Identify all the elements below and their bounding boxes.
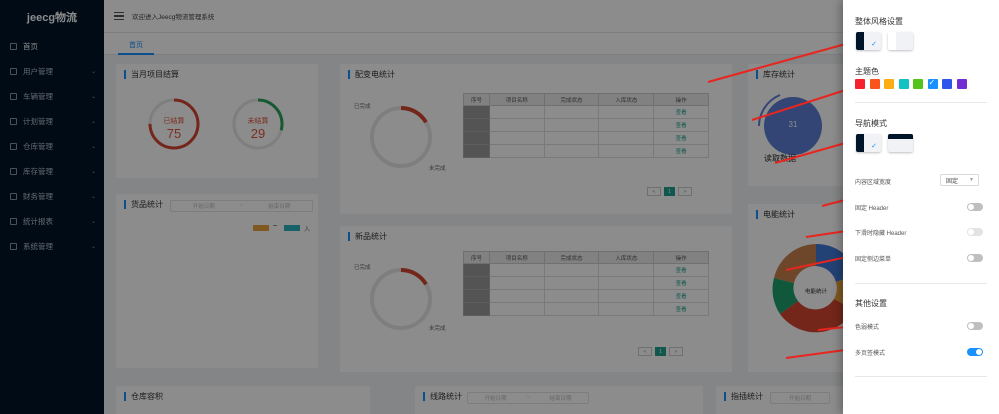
divider — [855, 283, 987, 284]
weak-mode-label: 色弱模式 — [855, 325, 880, 331]
settings-drawer: 整体风格设置 ✓ 主题色 ✓ 导航模式 ✓ 内容区域宽度 固定 ▼ 固定 Hea… — [843, 0, 999, 414]
theme-color-swatch[interactable] — [884, 79, 894, 89]
divider — [855, 376, 987, 377]
theme-dark-option[interactable]: ✓ — [856, 32, 881, 50]
fixed-header-switch[interactable] — [967, 203, 983, 211]
nav-sidebar-option[interactable]: ✓ — [856, 134, 881, 152]
content-width-select[interactable]: 固定 ▼ — [940, 174, 979, 186]
theme-color-swatch[interactable] — [913, 79, 923, 89]
hide-header-label: 下滑时隐藏 Header — [855, 231, 907, 237]
divider — [855, 102, 987, 103]
check-icon: ✓ — [871, 41, 877, 48]
theme-light-option[interactable] — [888, 32, 913, 50]
hide-header-switch[interactable] — [967, 228, 983, 236]
theme-style-title: 整体风格设置 — [855, 17, 903, 26]
fixed-sidebar-label: 固定侧边菜单 — [855, 257, 892, 263]
content-width-value: 固定 — [946, 178, 959, 185]
theme-color-swatch[interactable] — [869, 79, 880, 89]
multi-tab-label: 多页签模式 — [855, 351, 886, 357]
drawer-mask-overlay[interactable] — [0, 0, 843, 414]
nav-mode-title: 导航模式 — [855, 119, 887, 128]
theme-color-swatch[interactable] — [942, 79, 952, 89]
check-icon: ✓ — [928, 78, 936, 87]
theme-color-swatch[interactable] — [956, 79, 967, 89]
multi-tab-switch[interactable] — [967, 348, 983, 356]
fixed-header-label: 固定 Header — [855, 206, 889, 212]
theme-color-title: 主题色 — [855, 67, 879, 76]
theme-color-swatch[interactable] — [898, 79, 909, 89]
weak-mode-switch[interactable] — [967, 322, 983, 330]
chevron-down-icon: ▼ — [969, 177, 974, 183]
other-settings-title: 其他设置 — [855, 299, 887, 308]
fixed-sidebar-switch[interactable] — [967, 254, 983, 262]
theme-color-swatch[interactable]: ✓ — [927, 78, 938, 89]
content-width-label: 内容区域宽度 — [855, 180, 892, 186]
nav-top-option[interactable] — [888, 134, 913, 152]
check-icon: ✓ — [871, 143, 877, 150]
theme-color-swatch[interactable] — [855, 79, 865, 89]
